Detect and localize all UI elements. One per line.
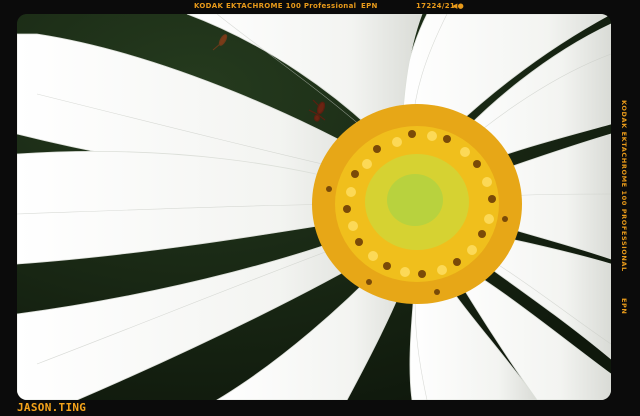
photographer-watermark: JASON.TING (17, 401, 87, 414)
film-code-label: EPN (361, 2, 378, 10)
side-film-code-label: EPN (620, 298, 628, 315)
film-edge-top: KODAK EKTACHROME 100 Professional EPN 17… (0, 1, 640, 14)
flower-center (312, 104, 522, 304)
film-edge-right: KODAK EKTACHROME 100 PROFESSIONAL EPN (617, 100, 629, 400)
side-film-name-label: KODAK EKTACHROME 100 PROFESSIONAL (620, 100, 628, 272)
frame-number-label: 17224/21 (416, 2, 456, 10)
flower-photo-svg (17, 14, 611, 400)
flower-photo (17, 14, 611, 400)
film-name-label: KODAK EKTACHROME 100 Professional (194, 2, 357, 10)
center-core (387, 174, 443, 226)
film-arrow-icon: ◀● (452, 2, 465, 10)
film-frame: KODAK EKTACHROME 100 Professional EPN 17… (0, 0, 640, 416)
